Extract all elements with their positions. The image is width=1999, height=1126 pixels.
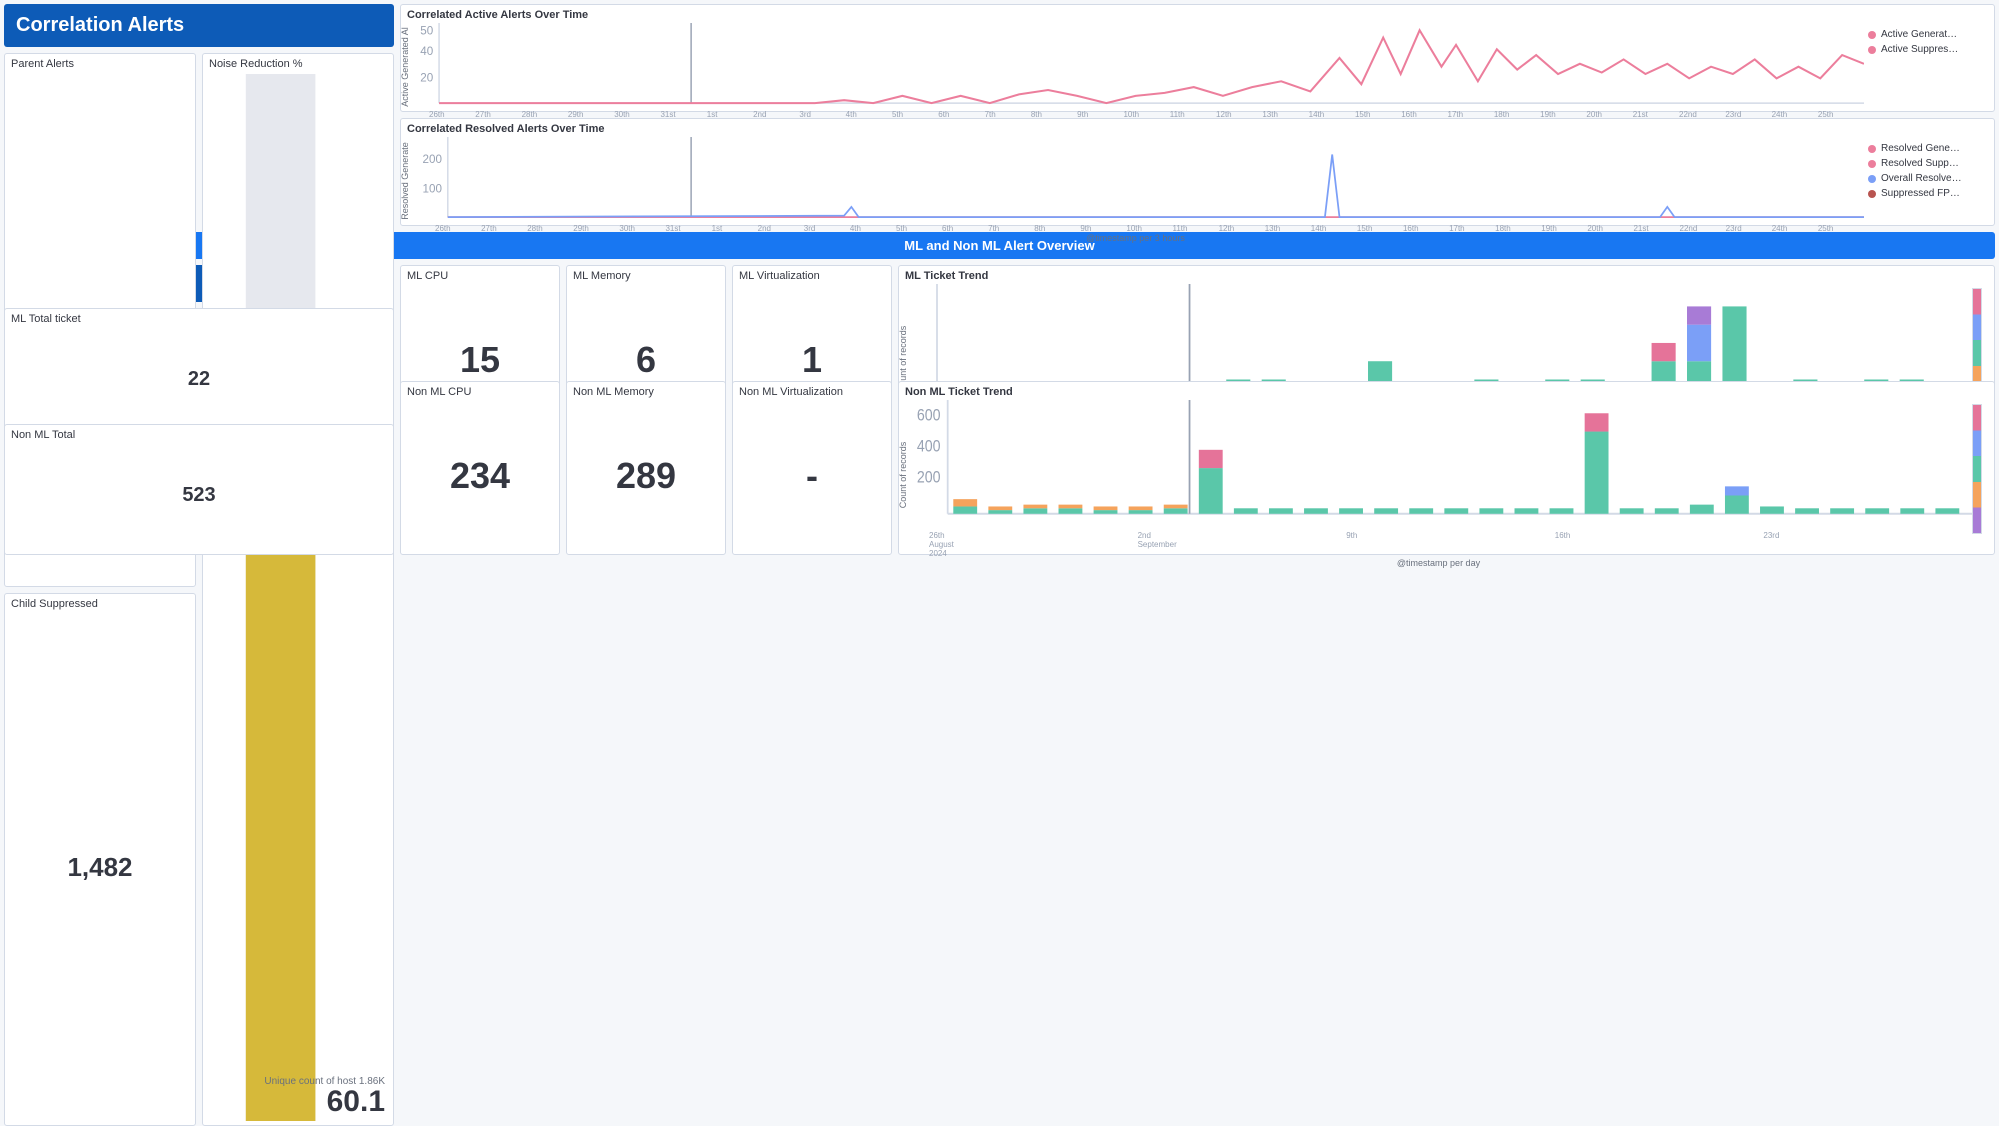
kpi-ml-total-value: 22	[188, 368, 210, 391]
svg-text:40: 40	[420, 45, 433, 58]
chart-resolved-ylabel: Resolved Generate	[400, 142, 410, 220]
legend-dot-icon	[1868, 46, 1876, 54]
kpi-nonml-memory[interactable]: Non ML Memory 289	[566, 381, 726, 555]
legend-item[interactable]: Active Generat…	[1868, 29, 1988, 40]
chart-resolved-xlabel: @timestamp per 3 hours	[407, 233, 1864, 243]
chart-active-legend: Active Generat… Active Suppres…	[1868, 23, 1988, 129]
legend-item-label: Resolved Gene…	[1881, 143, 1960, 154]
legend-item-label: Resolved Supp…	[1881, 158, 1959, 169]
legend-item[interactable]: Resolved Supp…	[1868, 158, 1988, 169]
legend-item-label: Suppressed FP…	[1881, 188, 1960, 199]
kpi-nonml-cpu-label: Non ML CPU	[407, 386, 471, 398]
correlation-header-label: Correlation Alerts	[16, 14, 184, 37]
legend-item[interactable]: Resolved Gene…	[1868, 143, 1988, 154]
chart-active-svg: 50 40 20	[407, 23, 1864, 110]
kpi-nonml-virtualization-value: -	[806, 455, 818, 497]
kpi-ml-total-label: ML Total ticket	[11, 313, 81, 325]
chart-nonml-trend-legend-strip	[1972, 404, 1982, 534]
correlation-header: Correlation Alerts	[4, 4, 394, 47]
svg-text:20: 20	[420, 71, 433, 84]
svg-text:400: 400	[917, 438, 941, 456]
svg-text:50: 50	[420, 25, 433, 38]
chart-nonml-trend-ylabel: Count of records	[898, 442, 908, 509]
kpi-nonml-total-label: Non ML Total	[11, 429, 75, 441]
kpi-ml-cpu-label: ML CPU	[407, 270, 448, 282]
svg-text:100: 100	[423, 182, 443, 195]
kpi-nonml-cpu-value: 234	[450, 455, 510, 497]
chart-nonml-trend[interactable]: Non ML Ticket Trend Count of records 600…	[898, 381, 1995, 555]
chart-nonml-trend-title: Non ML Ticket Trend	[905, 386, 1988, 398]
chart-nonml-trend-svg: 600 400 200	[905, 400, 1972, 528]
kpi-nonml-memory-value: 289	[616, 455, 676, 497]
svg-text:200: 200	[917, 469, 941, 487]
kpi-nonml-total[interactable]: Non ML Total 523	[4, 424, 394, 555]
legend-item-label: Active Suppres…	[1881, 44, 1958, 55]
legend-dot-icon	[1868, 190, 1876, 198]
chart-resolved-svg: 200 100	[407, 137, 1864, 224]
chart-active-ylabel: Active Generated Al	[400, 27, 410, 107]
chart-nonml-trend-xticks: 26thAugust20242ndSeptember9th16th23rd	[929, 531, 1972, 558]
chart-resolved-alerts[interactable]: Correlated Resolved Alerts Over Time Res…	[400, 118, 1995, 226]
kpi-ml-memory-value: 6	[636, 339, 656, 381]
legend-dot-icon	[1868, 31, 1876, 39]
kpi-child-suppressed[interactable]: Child Suppressed 1,482	[4, 593, 196, 1126]
kpi-nonml-virtualization[interactable]: Non ML Virtualization -	[732, 381, 892, 555]
chart-resolved-title: Correlated Resolved Alerts Over Time	[407, 123, 1988, 135]
kpi-nonml-total-value: 523	[182, 484, 215, 507]
legend-dot-icon	[1868, 145, 1876, 153]
chart-nonml-trend-xlabel: @timestamp per day	[905, 558, 1972, 568]
legend-item-label: Active Generat…	[1881, 29, 1957, 40]
legend-item[interactable]: Active Suppres…	[1868, 44, 1988, 55]
kpi-noise-reduction[interactable]: Noise Reduction % Unique count of host 1…	[202, 53, 394, 1126]
svg-text:200: 200	[423, 153, 443, 166]
chart-active-title: Correlated Active Alerts Over Time	[407, 9, 1988, 21]
chart-resolved-xticks: 26th27th28th29th30th31st1st2nd3rd4th5th6…	[435, 224, 1864, 233]
svg-text:600: 600	[917, 407, 941, 425]
chart-active-alerts[interactable]: Correlated Active Alerts Over Time Activ…	[400, 4, 1995, 112]
kpi-ml-cpu-value: 15	[460, 339, 500, 381]
legend-item[interactable]: Overall Resolve…	[1868, 173, 1988, 184]
kpi-noise-reduction-value: 60.1	[327, 1085, 385, 1119]
kpi-ml-virtualization-label: ML Virtualization	[739, 270, 820, 282]
chart-resolved-legend: Resolved Gene… Resolved Supp… Overall Reso…	[1868, 137, 1988, 243]
legend-item[interactable]: Suppressed FP…	[1868, 188, 1988, 199]
kpi-ml-total[interactable]: ML Total ticket 22	[4, 308, 394, 439]
kpi-nonml-virtualization-label: Non ML Virtualization	[739, 386, 843, 398]
correlation-section: Correlation Alerts Parent Alerts 1,011 C…	[4, 4, 1995, 226]
kpi-ml-virtualization-value: 1	[802, 339, 822, 381]
legend-dot-icon	[1868, 175, 1876, 183]
kpi-nonml-memory-label: Non ML Memory	[573, 386, 654, 398]
kpi-parent-alerts-label: Parent Alerts	[11, 58, 74, 70]
kpi-child-suppressed-label: Child Suppressed	[11, 598, 98, 610]
legend-dot-icon	[1868, 160, 1876, 168]
chart-ml-trend-title: ML Ticket Trend	[905, 270, 1988, 282]
noise-gauge-icon	[211, 74, 385, 1121]
kpi-noise-reduction-label: Noise Reduction %	[209, 58, 303, 70]
kpi-nonml-cpu[interactable]: Non ML CPU 234	[400, 381, 560, 555]
kpi-child-suppressed-value: 1,482	[67, 852, 132, 883]
kpi-ml-memory-label: ML Memory	[573, 270, 631, 282]
legend-item-label: Overall Resolve…	[1881, 173, 1962, 184]
